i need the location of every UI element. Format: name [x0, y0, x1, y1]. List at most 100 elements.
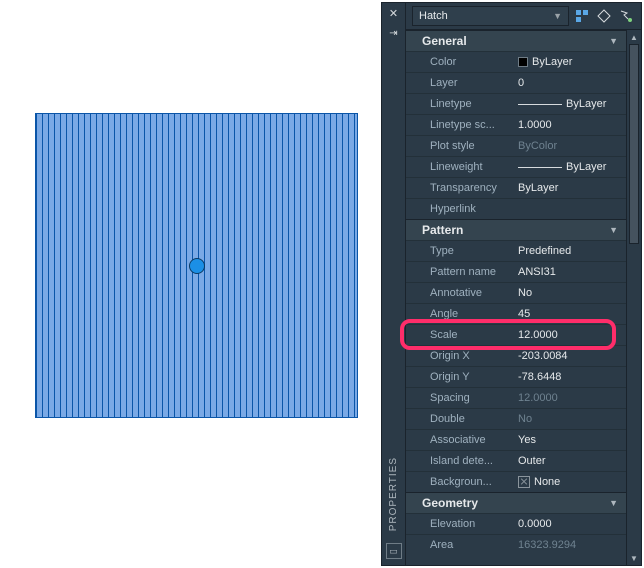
scroll-thumb[interactable] [629, 44, 639, 244]
line-sample [518, 167, 562, 168]
property-value[interactable]: No [518, 287, 626, 299]
property-value[interactable]: 12.0000 [518, 329, 626, 341]
property-row[interactable]: Layer0 [406, 72, 626, 93]
property-value-text: 12.0000 [518, 329, 558, 341]
scroll-track[interactable] [627, 44, 641, 551]
property-value[interactable]: ANSI31 [518, 266, 626, 278]
property-row[interactable]: Angle45 [406, 303, 626, 324]
chevron-down-icon: ▼ [609, 36, 618, 46]
close-icon[interactable]: ✕ [386, 5, 402, 21]
property-value[interactable]: ByColor [518, 140, 626, 152]
property-row[interactable]: Elevation0.0000 [406, 513, 626, 534]
properties-panel: ✕ ⇥ PROPERTIES ▭ Hatch ▼ General▼ColorBy… [381, 2, 642, 566]
property-value-text: None [534, 476, 560, 488]
property-value-text: -203.0084 [518, 350, 568, 362]
object-type-select[interactable]: Hatch ▼ [412, 6, 569, 26]
property-row[interactable]: AssociativeYes [406, 429, 626, 450]
select-objects-icon[interactable] [617, 7, 635, 25]
property-label: Linetype [430, 98, 518, 110]
property-row[interactable]: Area16323.9294 [406, 534, 626, 555]
property-label: Island dete... [430, 455, 518, 467]
panel-options-icon[interactable]: ▭ [386, 543, 402, 559]
property-row[interactable]: Spacing12.0000 [406, 387, 626, 408]
property-label: Backgroun... [430, 476, 518, 488]
property-row[interactable]: Scale12.0000 [406, 324, 626, 345]
property-row[interactable]: Linetype sc...1.0000 [406, 114, 626, 135]
property-row[interactable]: Backgroun... None [406, 471, 626, 492]
panel-title: PROPERTIES [388, 457, 399, 531]
panel-scrollbar[interactable]: ▲ ▼ [626, 30, 641, 565]
property-label: Origin Y [430, 371, 518, 383]
property-row[interactable]: DoubleNo [406, 408, 626, 429]
property-value-text: 0 [518, 77, 524, 89]
selector-row: Hatch ▼ [406, 3, 641, 30]
quick-select-icon[interactable] [595, 7, 613, 25]
property-value-text: Outer [518, 455, 546, 467]
property-label: Transparency [430, 182, 518, 194]
chevron-down-icon: ▼ [609, 225, 618, 235]
property-value[interactable]: ByLayer [518, 56, 626, 68]
property-row[interactable]: Origin Y-78.6448 [406, 366, 626, 387]
property-value[interactable]: 0.0000 [518, 518, 626, 530]
property-value[interactable]: ByLayer [518, 98, 626, 110]
scroll-down-icon[interactable]: ▼ [627, 551, 641, 565]
property-value[interactable]: -203.0084 [518, 350, 626, 362]
hatch-grip[interactable] [189, 258, 205, 274]
group-name: Pattern [422, 223, 463, 237]
property-value[interactable]: Outer [518, 455, 626, 467]
property-value-text: No [518, 287, 532, 299]
property-value[interactable]: ByLayer [518, 161, 626, 173]
property-value-text: 16323.9294 [518, 539, 576, 551]
property-value[interactable]: 1.0000 [518, 119, 626, 131]
color-swatch [518, 57, 528, 67]
property-value[interactable]: 0 [518, 77, 626, 89]
properties-list: General▼ColorByLayerLayer0LinetypeByLaye… [406, 30, 626, 565]
property-row[interactable]: TransparencyByLayer [406, 177, 626, 198]
property-value-text: Predefined [518, 245, 571, 257]
chevron-down-icon: ▼ [609, 498, 618, 508]
line-sample [518, 104, 562, 105]
property-row[interactable]: Island dete...Outer [406, 450, 626, 471]
property-value-text: ANSI31 [518, 266, 556, 278]
toggle-pim-icon[interactable] [573, 7, 591, 25]
property-row[interactable]: Plot styleByColor [406, 135, 626, 156]
property-label: Type [430, 245, 518, 257]
property-value[interactable]: 45 [518, 308, 626, 320]
property-value-text: ByLayer [566, 98, 606, 110]
property-value[interactable]: ByLayer [518, 182, 626, 194]
property-value[interactable]: Predefined [518, 245, 626, 257]
pin-icon[interactable]: ⇥ [386, 25, 402, 41]
property-row[interactable]: Pattern nameANSI31 [406, 261, 626, 282]
property-value-text: ByColor [518, 140, 557, 152]
property-value[interactable]: None [518, 476, 626, 488]
property-label: Spacing [430, 392, 518, 404]
property-row[interactable]: LineweightByLayer [406, 156, 626, 177]
property-value-text: -78.6448 [518, 371, 561, 383]
property-value[interactable]: -78.6448 [518, 371, 626, 383]
property-row[interactable]: Origin X-203.0084 [406, 345, 626, 366]
property-value[interactable]: Yes [518, 434, 626, 446]
panel-gutter: ✕ ⇥ PROPERTIES ▭ [382, 3, 406, 565]
property-row[interactable]: Hyperlink [406, 198, 626, 219]
property-label: Annotative [430, 287, 518, 299]
property-row[interactable]: ColorByLayer [406, 51, 626, 72]
property-row[interactable]: AnnotativeNo [406, 282, 626, 303]
property-label: Elevation [430, 518, 518, 530]
property-label: Color [430, 56, 518, 68]
property-label: Lineweight [430, 161, 518, 173]
group-header[interactable]: Pattern ▼ [406, 219, 626, 240]
property-value[interactable]: No [518, 413, 626, 425]
property-value-text: Yes [518, 434, 536, 446]
group-header[interactable]: Geometry ▼ [406, 492, 626, 513]
property-label: Origin X [430, 350, 518, 362]
group-name: Geometry [422, 496, 478, 510]
property-value[interactable]: 16323.9294 [518, 539, 626, 551]
property-label: Associative [430, 434, 518, 446]
scroll-up-icon[interactable]: ▲ [627, 30, 641, 44]
group-header[interactable]: General▼ [406, 30, 626, 51]
property-value[interactable]: 12.0000 [518, 392, 626, 404]
property-row[interactable]: Linetype ByLayer [406, 93, 626, 114]
property-row[interactable]: TypePredefined [406, 240, 626, 261]
property-value-text: ByLayer [518, 182, 558, 194]
property-label: Double [430, 413, 518, 425]
